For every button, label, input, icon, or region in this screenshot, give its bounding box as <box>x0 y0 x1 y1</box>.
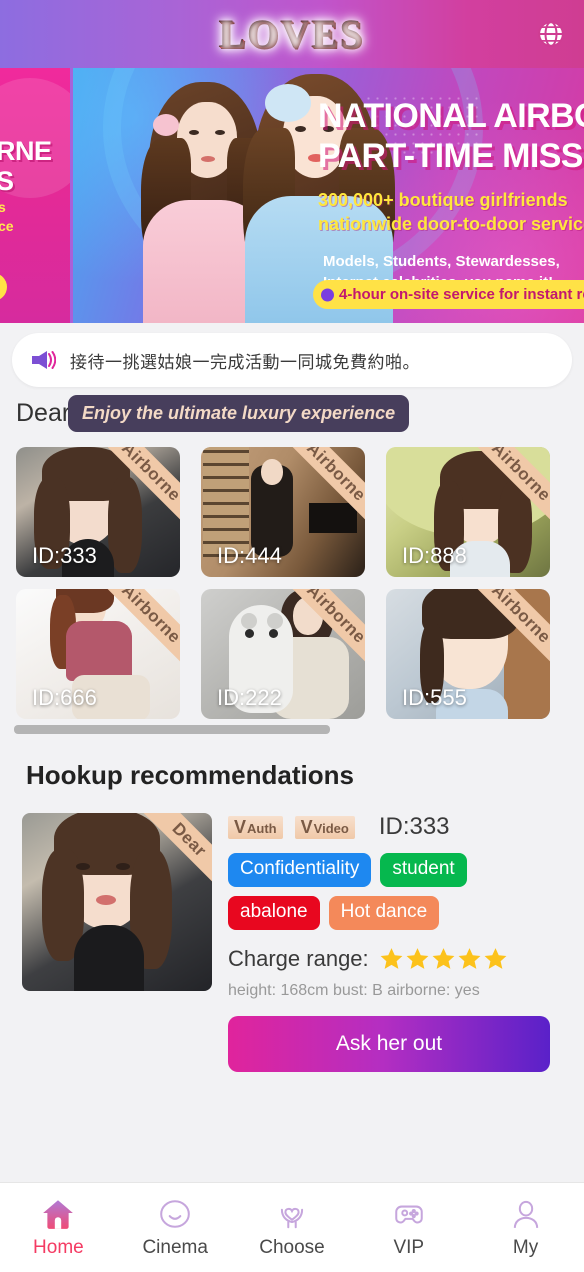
banner-title-line1: NATIONAL AIRBORN <box>318 97 584 135</box>
grid-item[interactable]: Airborne ID:888 <box>386 447 550 577</box>
promo-carousel[interactable]: RNE S s ce ults <box>0 68 584 323</box>
attribute-tags: Confidentiality student abalone Hot danc… <box>228 853 550 930</box>
grid-item-id: ID:333 <box>32 543 97 568</box>
star-icon <box>458 948 481 970</box>
carousel-slide-previous[interactable]: RNE S s ce ults <box>0 68 70 323</box>
star-icon <box>484 948 507 970</box>
charge-range-label: Charge range: <box>228 945 369 971</box>
banner-sub2-line1: Models, Students, Stewardesses, <box>323 253 560 270</box>
bottom-tab-bar: Home Cinema Choose VIP My <box>0 1182 584 1272</box>
app-brand-title: LOVES <box>219 11 365 57</box>
recommendation-card: Dear V Auth V Video ID:333 Confidentiality… <box>0 791 584 1072</box>
tab-choose-label: Choose <box>259 1236 325 1258</box>
charge-range-stars <box>379 946 508 971</box>
recommendation-meta: height: 168cm bust: B airborne: yes <box>228 981 480 999</box>
banner-service-pill: 4-hour on-site service for instant resul… <box>313 280 584 309</box>
globe-icon[interactable] <box>536 19 566 49</box>
recommendation-id: ID:333 <box>378 813 450 840</box>
app-root: LOVES RNE S s ce ults <box>0 0 584 1272</box>
person-icon <box>513 1200 538 1228</box>
tab-vip-label: VIP <box>393 1236 425 1258</box>
tab-choose[interactable]: Choose <box>234 1197 351 1259</box>
tab-my-label: My <box>512 1236 539 1258</box>
video-badge-label: Video <box>313 820 349 836</box>
section-title: Hookup recommendations <box>26 760 354 790</box>
dear-label: Dear <box>16 399 71 427</box>
banner-sub-line2: nationwide door-to-door service <box>318 214 584 234</box>
recommendation-info: V Auth V Video ID:333 Confidentiality stud… <box>228 813 568 1072</box>
video-badge-prefix: V <box>300 816 313 837</box>
banner-title-line2: PART-TIME MISS <box>318 137 583 175</box>
star-icon <box>432 948 455 970</box>
grid-item[interactable]: Airborne ID:333 <box>16 447 180 577</box>
star-icon <box>406 948 429 970</box>
grid-item-id: ID:666 <box>32 685 97 710</box>
recommendation-photo[interactable]: Dear <box>22 813 212 991</box>
grid-item-id: ID:888 <box>402 543 467 568</box>
banner-sub-line1: 300,000+ boutique girlfriends <box>318 190 568 210</box>
prev-title-line1: RNE <box>0 136 52 166</box>
tab-vip[interactable]: VIP <box>350 1197 467 1259</box>
banner-subtitle: 300,000+ boutique girlfriends nationwide… <box>318 188 584 236</box>
prev-title-line2: S <box>0 166 14 196</box>
auth-badge-prefix: V <box>234 816 247 837</box>
house-icon <box>43 1199 74 1229</box>
gamepad-icon <box>395 1205 423 1223</box>
tab-home-label: Home <box>33 1236 84 1258</box>
grid-item[interactable]: Airborne ID:444 <box>201 447 365 577</box>
announcement-bar[interactable]: 接待一挑選姑娘一完成活動一同城免費約啪。 <box>12 333 572 387</box>
ask-her-out-button[interactable]: Ask her out <box>228 1015 550 1072</box>
auth-badge: V Auth <box>228 815 283 839</box>
grid-item-id: ID:555 <box>402 685 467 710</box>
tag-abalone[interactable]: abalone <box>228 895 320 930</box>
prev-slide-subtitle: s ce <box>0 198 14 236</box>
app-header: LOVES <box>0 0 584 68</box>
tag-confidentiality[interactable]: Confidentiality <box>228 853 372 887</box>
verification-badges: V Auth V Video ID:333 <box>228 813 568 841</box>
video-badge: V Video <box>294 815 355 839</box>
megaphone-icon <box>30 349 57 371</box>
luxury-tooltip: Enjoy the ultimate luxury experience <box>68 395 410 432</box>
grid-item[interactable]: Airborne ID:555 <box>386 589 550 719</box>
grid-item[interactable]: Airborne ID:666 <box>16 589 180 719</box>
tab-cinema[interactable]: Cinema <box>117 1197 234 1259</box>
prev-sub-line1: s <box>0 199 6 215</box>
grid-item-id: ID:222 <box>217 685 282 710</box>
carousel-slide-current[interactable]: NATIONAL AIRBORN PART-TIME MISS 300,000+… <box>73 68 584 323</box>
tag-hot-dance[interactable]: Hot dance <box>328 895 440 930</box>
prev-slide-pill: ults <box>0 273 7 301</box>
grid-item-id: ID:444 <box>217 543 282 568</box>
grid-item[interactable]: Airborne ID:222 <box>201 589 365 719</box>
tab-cinema-label: Cinema <box>142 1236 208 1258</box>
girls-gallery: Airborne ID:333 Airborne ID:444 Airborne… <box>0 437 584 734</box>
prev-slide-title: RNE S <box>0 136 52 196</box>
girls-grid: Airborne ID:333 Airborne ID:444 Airborne… <box>0 437 584 719</box>
tab-home[interactable]: Home <box>0 1197 117 1259</box>
dear-heading-row: Dear Enjoy the ultimate luxury experienc… <box>0 393 584 437</box>
charge-range-row: Charge range: <box>228 946 568 972</box>
tab-my[interactable]: My <box>467 1197 584 1259</box>
prev-sub-line2: ce <box>0 218 14 234</box>
announcement-text: 接待一挑選姑娘一完成活動一同城免費約啪。 <box>70 352 420 373</box>
tag-student[interactable]: student <box>380 853 467 887</box>
auth-badge-label: Auth <box>247 820 277 836</box>
banner-title: NATIONAL AIRBORN PART-TIME MISS <box>318 96 584 176</box>
gallery-horizontal-scrollbar[interactable] <box>14 725 330 734</box>
smiley-icon <box>160 1199 191 1228</box>
star-icon <box>380 948 403 970</box>
heart-hands-icon <box>280 1207 304 1228</box>
